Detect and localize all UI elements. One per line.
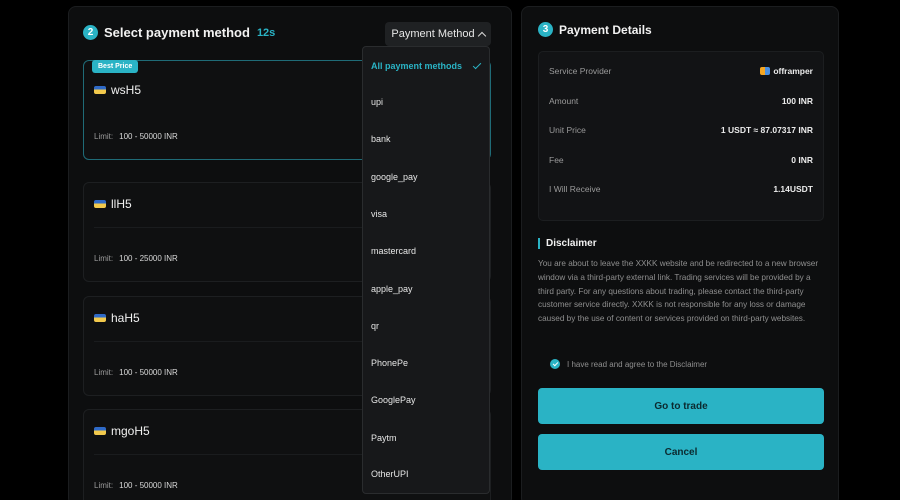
provider-name: haH5: [94, 311, 140, 325]
provider-name: llH5: [94, 197, 132, 211]
check-icon: [472, 60, 482, 70]
dropdown-item-label: upi: [371, 97, 384, 107]
dropdown-item-all[interactable]: All payment methods: [371, 57, 482, 75]
detail-label: I Will Receive: [549, 184, 601, 194]
detail-value: 0 INR: [791, 155, 813, 165]
detail-label: Fee: [549, 155, 564, 165]
dropdown-item-label: mastercard: [371, 246, 417, 256]
go-to-trade-button[interactable]: Go to trade: [538, 388, 824, 424]
limit-label: Limit:: [94, 132, 114, 141]
limit-value: 100 - 50000 INR: [119, 481, 178, 490]
dropdown-item-mastercard[interactable]: mastercard: [371, 242, 481, 260]
card-icon: [94, 86, 106, 94]
disclaimer-text: You are about to leave the XXKK website …: [538, 259, 819, 324]
dropdown-item-google-pay[interactable]: google_pay: [371, 168, 481, 186]
provider-name-text: wsH5: [111, 83, 142, 97]
disclaimer-title: Disclaimer: [538, 238, 597, 249]
dropdown-item-label: qr: [371, 321, 380, 331]
provider-limit: Limit: 100 - 50000 INR: [94, 132, 178, 141]
dropdown-item-label: All payment methods: [371, 61, 463, 71]
limit-label: Limit:: [94, 254, 114, 263]
limit-value: 100 - 50000 INR: [119, 368, 178, 377]
provider-name-text: mgoH5: [111, 424, 150, 438]
agree-disclaimer-label: I have read and agree to the Disclaimer: [567, 359, 708, 369]
detail-row-fee: Fee 0 INR: [549, 155, 813, 165]
dropdown-item-visa[interactable]: visa: [371, 205, 481, 223]
checked-circle-icon: [550, 359, 560, 369]
dropdown-item-label: visa: [371, 209, 388, 219]
detail-label: Unit Price: [549, 125, 586, 135]
provider-name-text: llH5: [111, 197, 132, 211]
dropdown-item-label: bank: [371, 134, 391, 144]
best-price-badge: Best Price: [92, 60, 139, 73]
detail-value: 1 USDT ≈ 87.07317 INR: [720, 125, 813, 135]
details-box: Service Provider offramper Amount 100 IN…: [538, 51, 824, 221]
detail-value: offramper: [760, 66, 813, 76]
detail-label: Amount: [549, 96, 579, 106]
dropdown-item-label: PhonePe: [371, 358, 409, 368]
payment-details-panel: 3 Payment Details Service Provider offra…: [521, 6, 839, 500]
detail-value: 100 INR: [781, 96, 813, 106]
step-number-badge: 3: [538, 22, 553, 37]
dropdown-item-apple-pay[interactable]: apple_pay: [371, 280, 481, 298]
section-title: Payment Details: [559, 22, 652, 37]
provider-limit: Limit: 100 - 50000 INR: [94, 368, 178, 377]
section-title: Select payment method: [104, 25, 250, 40]
limit-value: 100 - 25000 INR: [119, 254, 178, 263]
dropdown-item-label: google_pay: [371, 172, 418, 182]
countdown-timer: 12s: [256, 26, 276, 39]
payment-method-filter-button[interactable]: Payment Method: [385, 22, 491, 46]
dropdown-item-phonepe[interactable]: PhonePe: [371, 354, 481, 372]
dropdown-item-qr[interactable]: qr: [371, 317, 481, 335]
dropdown-item-bank[interactable]: bank: [371, 130, 481, 148]
step-number-badge: 2: [83, 25, 98, 40]
provider-name: mgoH5: [94, 424, 150, 438]
dropdown-item-label: GooglePay: [371, 395, 416, 405]
detail-value: 1.14USDT: [773, 184, 813, 194]
limit-label: Limit:: [94, 481, 114, 490]
cancel-button[interactable]: Cancel: [538, 434, 824, 470]
detail-label: Service Provider: [549, 66, 612, 76]
detail-value-text: offramper: [773, 66, 813, 76]
provider-limit: Limit: 100 - 25000 INR: [94, 254, 178, 263]
agree-disclaimer-checkbox[interactable]: I have read and agree to the Disclaimer: [550, 359, 707, 369]
select-payment-title: 2 Select payment method 12s: [83, 25, 275, 40]
payment-details-title: 3 Payment Details: [538, 22, 652, 37]
detail-row-service-provider: Service Provider offramper: [549, 66, 813, 76]
detail-row-amount: Amount 100 INR: [549, 96, 813, 106]
dropdown-item-upi[interactable]: upi: [371, 93, 481, 111]
payment-method-dropdown: All payment methods upi bank google_pay …: [362, 46, 490, 494]
limit-value: 100 - 50000 INR: [119, 132, 178, 141]
chevron-up-icon: [477, 31, 486, 40]
provider-name-text: haH5: [111, 311, 140, 325]
detail-row-unit-price: Unit Price 1 USDT ≈ 87.07317 INR: [549, 125, 813, 135]
dropdown-item-paytm[interactable]: Paytm: [371, 429, 481, 447]
provider-limit: Limit: 100 - 50000 INR: [94, 481, 178, 490]
dropdown-item-otherupi[interactable]: OtherUPI: [371, 465, 481, 483]
card-icon: [94, 427, 106, 435]
provider-name: wsH5: [94, 83, 141, 97]
dropdown-item-label: OtherUPI: [371, 469, 409, 479]
payment-method-filter-label: Payment Method: [391, 28, 475, 40]
offramper-logo-icon: [760, 67, 771, 75]
dropdown-item-googlepay[interactable]: GooglePay: [371, 391, 481, 409]
limit-label: Limit:: [94, 368, 114, 377]
card-icon: [94, 200, 106, 208]
detail-row-receive: I Will Receive 1.14USDT: [549, 184, 813, 194]
dropdown-item-label: Paytm: [371, 433, 397, 443]
dropdown-item-label: apple_pay: [371, 284, 413, 294]
card-icon: [94, 314, 106, 322]
